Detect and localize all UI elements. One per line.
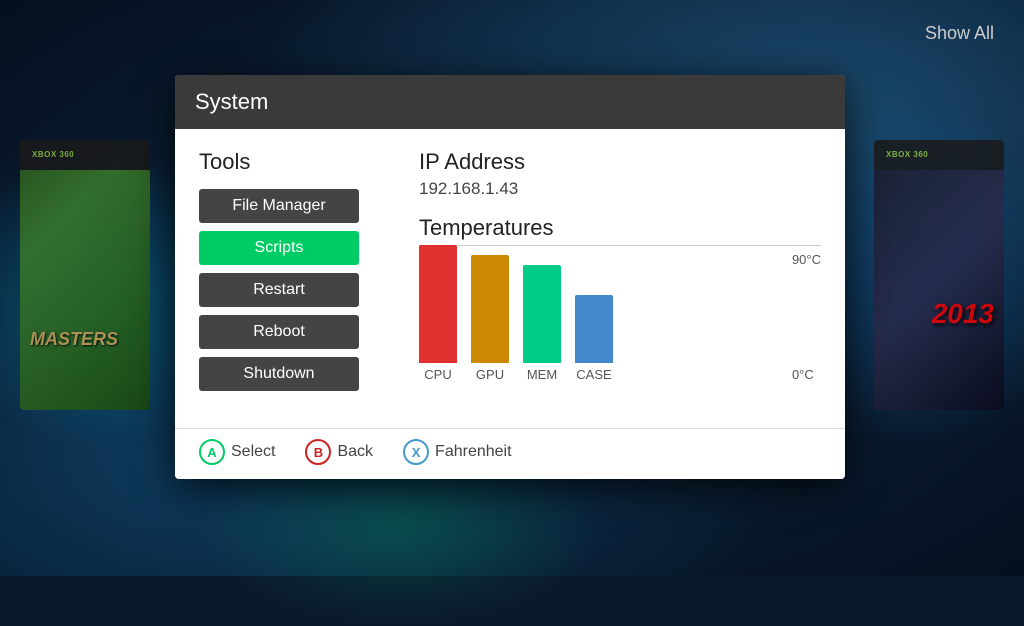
shutdown-button[interactable]: Shutdown [199,357,359,391]
info-panel: IP Address 192.168.1.43 Temperatures 90°… [419,149,821,412]
gpu-bar [471,255,509,363]
bars-container: CPU GPU MEM CASE [419,252,821,382]
game-cover-right: XBOX 360 2013 [874,140,1004,410]
back-group: B Back [305,439,373,465]
reboot-button[interactable]: Reboot [199,315,359,349]
select-group: A Select [199,439,275,465]
xbox-badge-left: XBOX 360 [28,148,78,161]
dialog-body: Tools File Manager Scripts Restart Reboo… [175,129,845,428]
chart-scale: 90°C 0°C [792,252,821,382]
scale-low: 0°C [792,367,821,382]
ip-address-label: IP Address [419,149,821,175]
temperature-chart: 90°C 0°C CPU GPU MEM [419,252,821,412]
cpu-bar-wrap: CPU [419,245,457,382]
system-dialog: System Tools File Manager Scripts Restar… [175,75,845,479]
restart-button[interactable]: Restart [199,273,359,307]
file-manager-button[interactable]: File Manager [199,189,359,223]
x-button-icon[interactable]: X [403,439,429,465]
case-label: CASE [576,367,611,382]
temperatures-label: Temperatures [419,215,821,246]
tools-panel: Tools File Manager Scripts Restart Reboo… [199,149,379,412]
ip-address-value: 192.168.1.43 [419,179,821,199]
fahrenheit-label: Fahrenheit [435,443,512,461]
dialog-title: System [195,89,825,115]
scale-high: 90°C [792,252,821,267]
cpu-bar [419,245,457,363]
game-year: 2013 [932,298,994,330]
a-button-icon[interactable]: A [199,439,225,465]
dialog-footer: A Select B Back X Fahrenheit [175,428,845,479]
mem-bar [523,265,561,363]
scripts-button[interactable]: Scripts [199,231,359,265]
tools-label: Tools [199,149,379,175]
gpu-bar-wrap: GPU [471,255,509,382]
fahrenheit-group: X Fahrenheit [403,439,512,465]
game-cover-left: XBOX 360 [20,140,150,410]
mem-bar-wrap: MEM [523,265,561,382]
b-button-icon[interactable]: B [305,439,331,465]
show-all-button[interactable]: Show All [925,23,994,44]
xbox-badge-right: XBOX 360 [882,148,932,161]
gpu-label: GPU [476,367,504,382]
back-label: Back [337,443,373,461]
cpu-label: CPU [424,367,451,382]
case-bar-wrap: CASE [575,295,613,382]
case-bar [575,295,613,363]
mem-label: MEM [527,367,557,382]
select-label: Select [231,443,275,461]
dialog-title-bar: System [175,75,845,129]
